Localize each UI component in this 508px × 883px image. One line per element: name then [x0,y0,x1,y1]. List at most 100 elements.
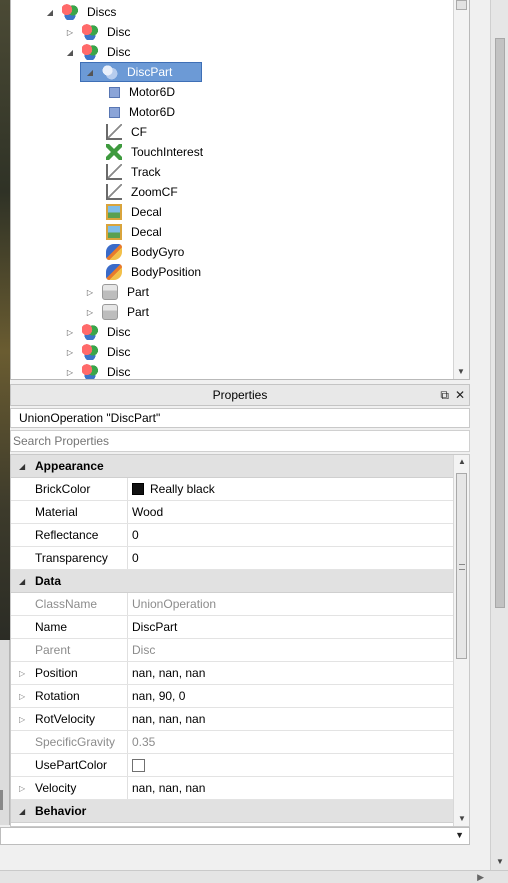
explorer-panel[interactable]: ◢ Discs ▷ Disc ◢ Disc ◢ DiscPart Motor6D Motor6D C… [10,0,470,380]
property-row[interactable]: Name DiscPart [11,616,469,639]
tree-item[interactable]: ◢ Discs [44,2,119,22]
tree-item[interactable]: Track [106,162,164,182]
property-row[interactable]: ClassName UnionOperation [11,593,469,616]
category-label: Data [35,574,62,588]
touch-interest-icon [106,144,122,160]
property-row[interactable]: Material Wood [11,501,469,524]
expand-arrow-icon[interactable]: ▷ [19,692,25,701]
tree-item[interactable]: Decal [106,202,165,222]
scroll-down-icon[interactable]: ▼ [496,857,504,866]
tree-item[interactable]: Decal [106,222,165,242]
expand-arrow-icon[interactable]: ▷ [19,669,25,678]
tree-item-label: Motor6D [129,85,176,99]
property-row[interactable]: Reflectance 0 [11,524,469,547]
tree-item[interactable]: ▷ Disc [64,22,133,42]
tree-item[interactable]: ▷ Disc [64,342,133,362]
window-scrollbar[interactable]: ▼ [490,0,508,870]
property-name: Parent [11,639,128,661]
expand-arrow-icon[interactable]: ▷ [84,286,96,298]
window-scrollbar-thumb[interactable] [495,38,505,608]
property-row[interactable]: BrickColor Really black [11,478,469,501]
scroll-down-icon[interactable]: ▼ [457,367,465,376]
collapse-arrow-icon[interactable]: ◢ [44,6,56,18]
undock-icon[interactable]: ⧉ [440,388,449,403]
property-category[interactable]: ◢ Data [11,570,469,593]
property-row[interactable]: ▷ RotVelocity nan, nan, nan [11,708,469,731]
property-value[interactable] [128,754,469,776]
expand-arrow-icon[interactable]: ▷ [64,326,76,338]
expand-arrow-icon[interactable]: ▷ [64,346,76,358]
property-row[interactable]: ▷ Position nan, nan, nan [11,662,469,685]
expand-arrow-icon[interactable]: ▷ [64,26,76,38]
tree-item[interactable]: Motor6D [106,102,178,122]
use-part-color-checkbox[interactable] [132,758,145,772]
property-name: ClassName [11,593,128,615]
union-icon [82,324,98,340]
collapse-arrow-icon[interactable]: ◢ [84,66,96,78]
properties-scrollbar[interactable]: ▲ ▼ [453,455,469,826]
scroll-down-icon[interactable]: ▼ [458,814,466,823]
tree-item[interactable]: ◢ DiscPart [80,62,202,82]
property-value[interactable]: 0 [128,547,469,569]
expand-arrow-icon[interactable]: ▷ [84,306,96,318]
motor6d-icon [109,106,120,118]
tree-item[interactable]: Motor6D [106,82,178,102]
expand-arrow-icon[interactable]: ▷ [19,784,25,793]
tree-item[interactable]: ▷ Part [84,282,152,302]
left-panel-edge [0,640,10,825]
property-value[interactable]: 0 [128,524,469,546]
property-name-text: Name [35,620,68,634]
tree-item[interactable]: ▷ Part [84,302,152,322]
command-bar[interactable]: ▼ [0,827,470,845]
expand-arrow-icon[interactable]: ▷ [64,366,76,378]
property-row[interactable]: Parent Disc [11,639,469,662]
color-swatch[interactable] [132,483,144,495]
property-value[interactable]: DiscPart [128,616,469,638]
tree-item[interactable]: BodyPosition [106,262,204,282]
expand-arrow-icon[interactable]: ▷ [19,715,25,724]
properties-title: Properties [212,388,268,402]
tree-item[interactable]: ◢ Disc [64,42,133,62]
tree-item-label: Decal [131,205,162,219]
category-label: Behavior [35,804,87,818]
property-value[interactable]: nan, nan, nan [128,662,469,684]
property-value[interactable]: nan, 90, 0 [128,685,469,707]
property-value[interactable]: Wood [128,501,469,523]
property-row[interactable]: Transparency 0 [11,547,469,570]
property-name-text: RotVelocity [35,712,96,726]
search-properties-input[interactable] [13,434,469,448]
horizontal-scrollbar[interactable]: ▶ [0,870,508,883]
property-value-text: DiscPart [132,620,178,634]
tree-item[interactable]: ZoomCF [106,182,181,202]
tree-item-label: Disc [107,345,131,359]
close-icon[interactable]: ✕ [455,388,465,403]
search-properties-field[interactable] [10,430,470,452]
property-row[interactable]: ▷ Velocity nan, nan, nan [11,777,469,800]
properties-grid[interactable]: ◢ Appearance BrickColor Really black Materia… [10,454,470,827]
dropdown-arrow-icon[interactable]: ▼ [455,830,464,840]
property-value[interactable]: nan, nan, nan [128,777,469,799]
property-row[interactable]: UsePartColor [11,754,469,777]
property-category[interactable]: ◢ Behavior [11,800,469,823]
scroll-up-icon[interactable]: ▲ [458,457,466,466]
cframe-value-icon [106,184,122,200]
explorer-scrollbar[interactable]: ▼ [453,0,469,379]
tree-item[interactable]: BodyGyro [106,242,187,262]
property-value[interactable]: nan, nan, nan [128,708,469,730]
tree-item[interactable]: TouchInterest [106,142,206,162]
property-value-text: nan, 90, 0 [132,689,186,703]
property-row[interactable]: SpecificGravity 0.35 [11,731,469,754]
property-value: 0.35 [128,731,469,753]
tree-item[interactable]: ▷ Disc [64,362,133,379]
property-name: Transparency [11,547,128,569]
explorer-scrollbar-thumb[interactable] [456,0,467,10]
property-category[interactable]: ◢ Appearance [11,455,469,478]
tree-item[interactable]: CF [106,122,150,142]
tree-item-label: Discs [87,5,117,19]
property-value[interactable]: Really black [128,478,469,500]
properties-scrollbar-thumb[interactable] [456,473,467,659]
scroll-right-icon[interactable]: ▶ [477,872,484,883]
property-row[interactable]: ▷ Rotation nan, 90, 0 [11,685,469,708]
tree-item[interactable]: ▷ Disc [64,322,133,342]
collapse-arrow-icon[interactable]: ◢ [64,46,76,58]
